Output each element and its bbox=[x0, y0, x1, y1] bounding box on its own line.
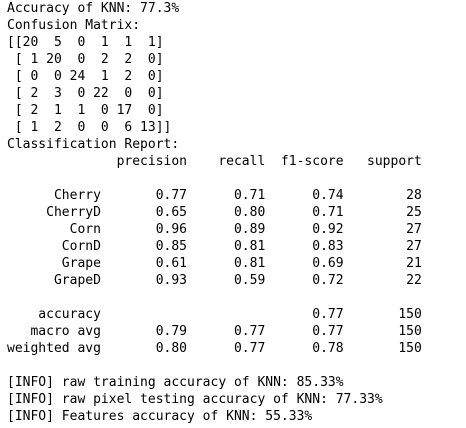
info-line: [INFO] raw pixel testing accuracy of KNN… bbox=[7, 392, 383, 407]
console-output: Accuracy of KNN: 77.3% Confusion Matrix: [… bbox=[7, 0, 422, 425]
report-row: Corn 0.96 0.89 0.92 27 bbox=[7, 222, 422, 237]
info-line: [INFO] raw training accuracy of KNN: 85.… bbox=[7, 375, 344, 390]
matrix-row: [ 2 3 0 22 0 0] bbox=[7, 86, 164, 101]
report-row: CherryD 0.65 0.80 0.71 25 bbox=[7, 205, 422, 220]
report-row: CornD 0.85 0.81 0.83 27 bbox=[7, 239, 422, 254]
matrix-row: [[20 5 0 1 1 1] bbox=[7, 35, 164, 50]
info-line: [INFO] Features accuracy of KNN: 55.33% bbox=[7, 409, 313, 424]
confusion-matrix-heading: Confusion Matrix: bbox=[7, 18, 141, 33]
matrix-row: [ 1 20 0 2 2 0] bbox=[7, 52, 164, 67]
matrix-row: [ 2 1 1 0 17 0] bbox=[7, 103, 164, 118]
report-header-row: precision recall f1-score support bbox=[7, 154, 422, 169]
matrix-row: [ 1 2 0 0 6 13]] bbox=[7, 120, 172, 135]
report-summary-row: weighted avg 0.80 0.77 0.78 150 bbox=[7, 341, 422, 356]
report-row: Cherry 0.77 0.71 0.74 28 bbox=[7, 188, 422, 203]
report-summary-row: accuracy 0.77 150 bbox=[7, 307, 422, 322]
classification-report-heading: Classification Report: bbox=[7, 137, 180, 152]
report-row: Grape 0.61 0.81 0.69 21 bbox=[7, 256, 422, 271]
report-summary-row: macro avg 0.79 0.77 0.77 150 bbox=[7, 324, 422, 339]
accuracy-line: Accuracy of KNN: 77.3% bbox=[7, 1, 180, 16]
report-row: GrapeD 0.93 0.59 0.72 22 bbox=[7, 273, 422, 288]
matrix-row: [ 0 0 24 1 2 0] bbox=[7, 69, 164, 84]
